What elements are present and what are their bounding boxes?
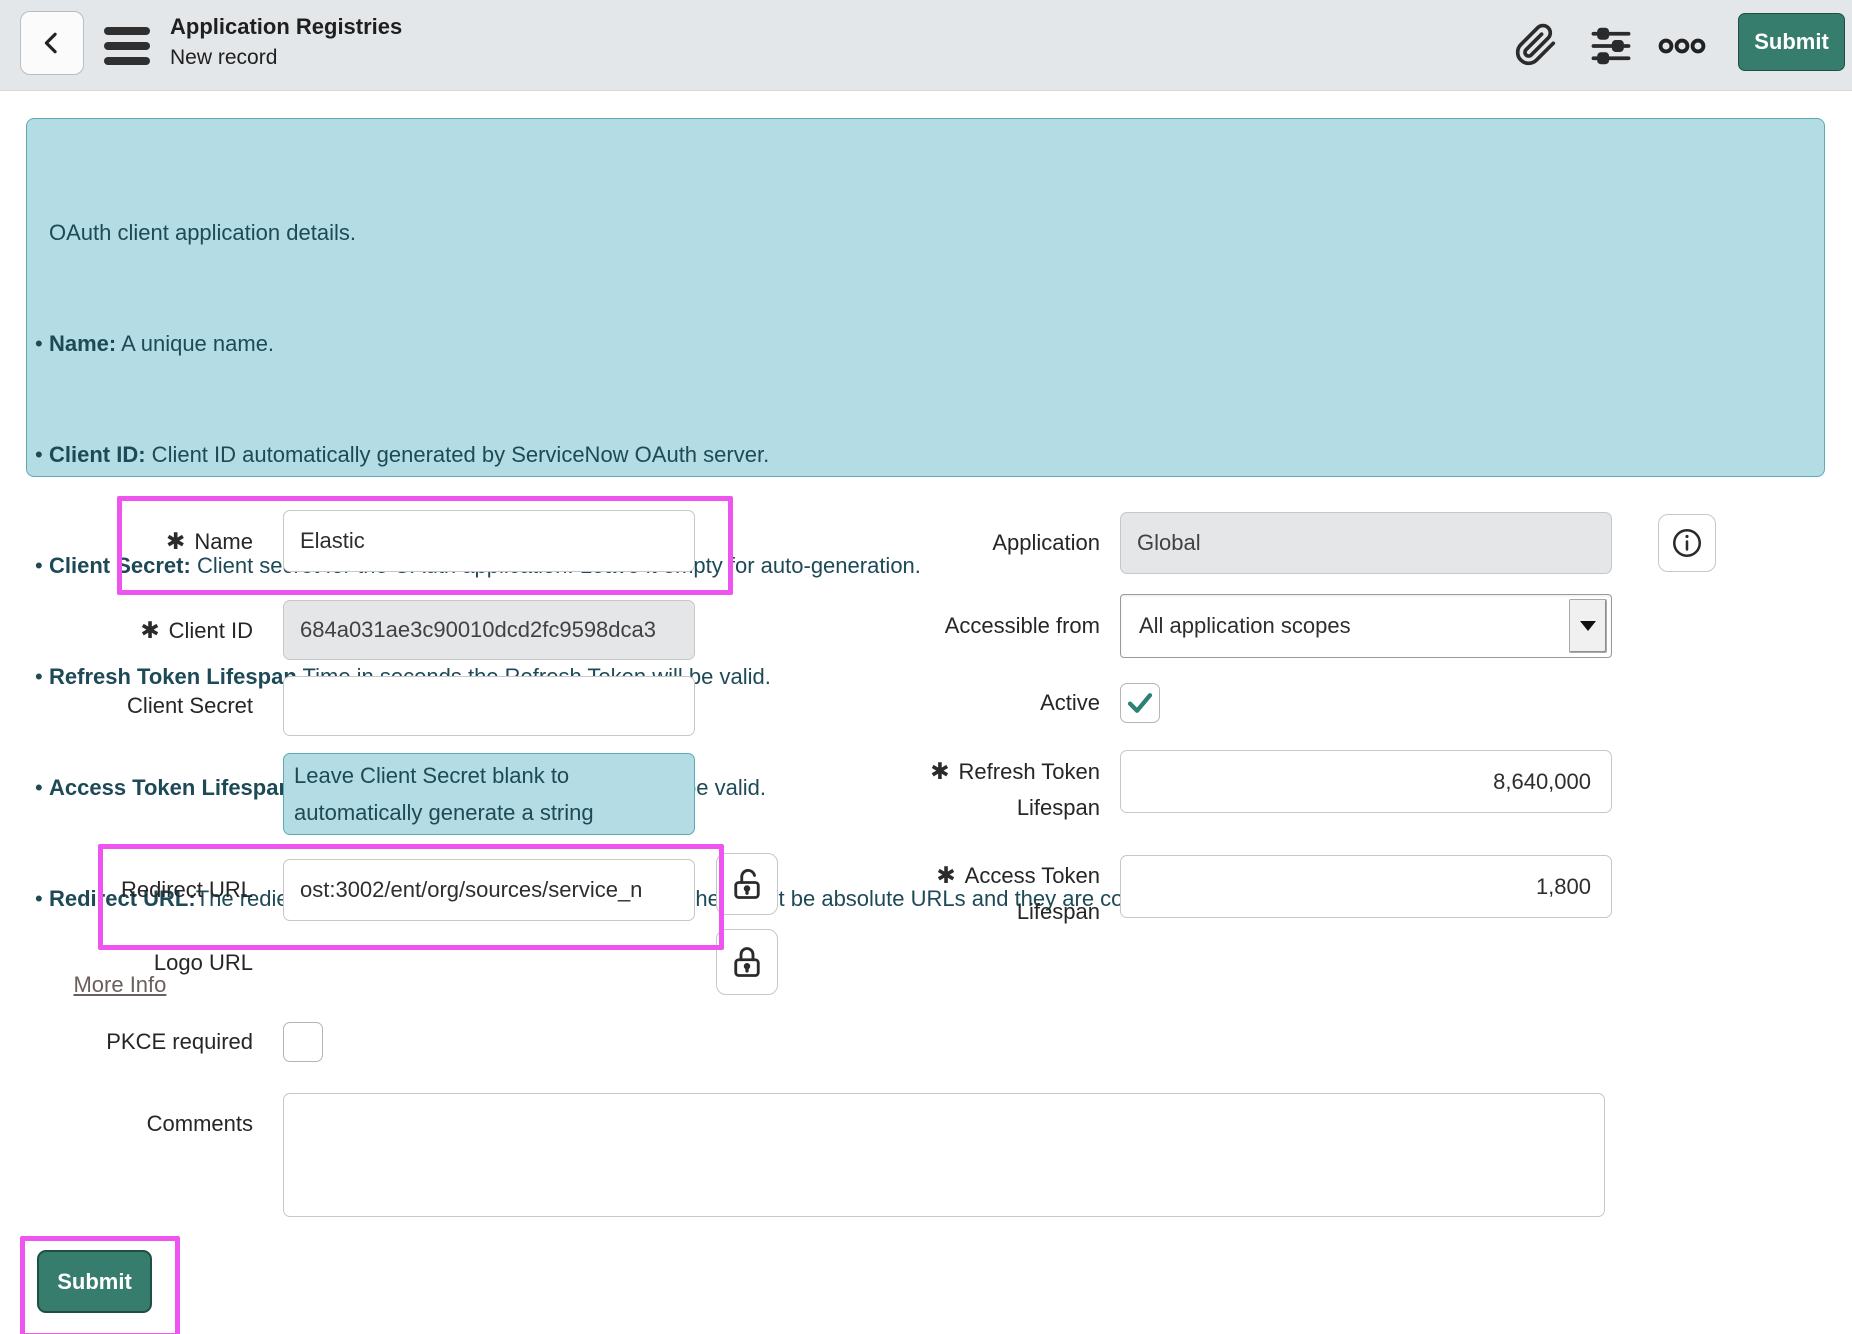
back-button[interactable] bbox=[20, 11, 84, 75]
required-marker: ✱ bbox=[930, 758, 949, 784]
comments-textarea[interactable] bbox=[283, 1093, 1605, 1217]
name-label: ✱Name bbox=[40, 510, 253, 572]
personalize-form-button[interactable] bbox=[1586, 24, 1636, 68]
hamburger-menu-icon[interactable] bbox=[104, 27, 150, 65]
application-label: Application bbox=[870, 512, 1100, 574]
comments-label: Comments bbox=[40, 1093, 253, 1155]
redirect-url-input[interactable] bbox=[283, 859, 695, 921]
refresh-token-lifespan-input[interactable] bbox=[1120, 750, 1612, 813]
client-id-label: ✱Client ID bbox=[40, 600, 253, 660]
checkmark-icon bbox=[1124, 687, 1156, 719]
logo-url-label: Logo URL bbox=[40, 932, 253, 994]
page-title: Application Registries bbox=[170, 13, 402, 41]
application-registries-new-record-page: Application Registries New record Submit bbox=[0, 0, 1852, 1334]
header-submit-button[interactable]: Submit bbox=[1738, 13, 1845, 71]
paperclip-icon bbox=[1514, 23, 1558, 67]
unlock-icon bbox=[729, 866, 765, 902]
info-intro: OAuth client application details. bbox=[49, 214, 1794, 251]
required-marker: ✱ bbox=[936, 862, 955, 888]
required-marker: ✱ bbox=[166, 528, 185, 554]
header: Application Registries New record Submit bbox=[0, 0, 1852, 91]
refresh-token-lifespan-label: ✱Refresh Token Lifespan bbox=[870, 752, 1100, 826]
redirect-url-unlock-button[interactable] bbox=[716, 853, 778, 915]
client-secret-label: Client Secret bbox=[40, 676, 253, 736]
logo-url-lock-button[interactable] bbox=[716, 929, 778, 995]
ellipsis-icon bbox=[1658, 36, 1706, 56]
access-token-lifespan-label: ✱Access Token Lifespan bbox=[870, 856, 1100, 930]
lock-icon bbox=[729, 944, 765, 980]
client-secret-hint: Leave Client Secret blank to automatical… bbox=[283, 753, 695, 835]
sliders-icon bbox=[1588, 25, 1634, 67]
more-options-button[interactable] bbox=[1656, 33, 1708, 59]
client-secret-input[interactable] bbox=[283, 676, 695, 736]
client-id-input bbox=[283, 600, 695, 660]
accessible-from-value: All application scopes bbox=[1139, 613, 1351, 639]
info-bullet-name: Name: A unique name. bbox=[49, 325, 1794, 362]
active-label: Active bbox=[870, 683, 1100, 723]
pkce-required-label: PKCE required bbox=[40, 1022, 253, 1062]
application-info-button[interactable] bbox=[1658, 514, 1716, 572]
accessible-from-label: Accessible from bbox=[870, 594, 1100, 658]
required-marker: ✱ bbox=[140, 617, 159, 643]
accessible-from-select[interactable]: All application scopes bbox=[1120, 594, 1612, 658]
info-bullet-client-id: Client ID: Client ID automatically gener… bbox=[49, 436, 1794, 473]
application-input bbox=[1120, 512, 1612, 574]
oauth-info-box: OAuth client application details. Name: … bbox=[26, 118, 1825, 477]
header-titles: Application Registries New record bbox=[170, 13, 402, 71]
active-checkbox[interactable] bbox=[1120, 683, 1160, 723]
redirect-url-label: Redirect URL bbox=[40, 859, 253, 921]
chevron-left-icon bbox=[37, 28, 67, 58]
form-submit-button[interactable]: Submit bbox=[37, 1250, 152, 1313]
pkce-required-checkbox[interactable] bbox=[283, 1022, 323, 1062]
info-circle-icon bbox=[1670, 526, 1704, 560]
name-input[interactable] bbox=[283, 510, 695, 572]
chevron-down-icon bbox=[1569, 599, 1607, 653]
access-token-lifespan-input[interactable] bbox=[1120, 855, 1612, 918]
attachment-button[interactable] bbox=[1512, 20, 1560, 70]
page-subtitle: New record bbox=[170, 44, 402, 71]
